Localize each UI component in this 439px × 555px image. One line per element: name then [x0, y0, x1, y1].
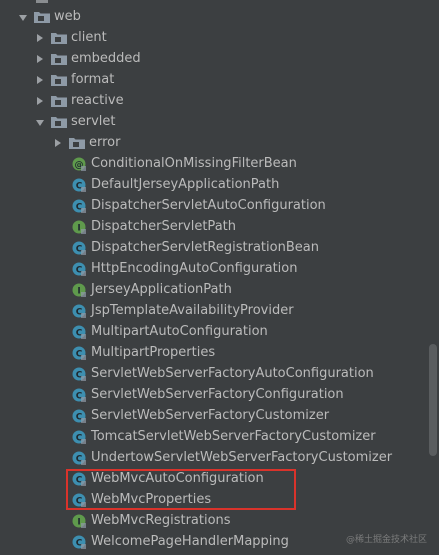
class-icon: C — [72, 535, 86, 549]
highlight-box — [66, 469, 296, 510]
class-icon: C — [72, 388, 86, 402]
tree-node-label: TomcatServletWebServerFactoryCustomizer — [91, 429, 376, 444]
svg-text:I: I — [77, 517, 80, 527]
tree-node-label: MultipartProperties — [91, 345, 216, 360]
tree-node-label: embedded — [71, 51, 141, 66]
project-tree[interactable]: web client embedded format reactive serv… — [0, 0, 439, 555]
interface-icon: I — [72, 514, 86, 528]
tree-node-class[interactable]: C HttpEncodingAutoConfiguration — [0, 258, 430, 279]
tree-node-label: WebMvcRegistrations — [91, 513, 231, 528]
tree-node-class[interactable]: C DispatcherServletRegistrationBean — [0, 237, 430, 258]
class-icon: C — [72, 241, 86, 255]
tree-node-label: HttpEncodingAutoConfiguration — [91, 261, 298, 276]
chevron-down-icon[interactable] — [33, 115, 47, 129]
tree-node-class[interactable]: I JerseyApplicationPath — [0, 279, 430, 300]
tree-node-label: DispatcherServletPath — [91, 219, 236, 234]
tree-node-class[interactable]: C DefaultJerseyApplicationPath — [0, 174, 430, 195]
class-icon: C — [72, 178, 86, 192]
package-folder-icon — [51, 95, 67, 107]
chevron-right-icon[interactable] — [33, 52, 47, 66]
tree-node-class[interactable]: @ ConditionalOnMissingFilterBean — [0, 153, 430, 174]
package-folder-icon — [51, 53, 67, 65]
class-icon: C — [72, 325, 86, 339]
tree-node-web[interactable]: web — [0, 6, 430, 27]
class-icon: C — [72, 451, 86, 465]
tree-node-label: error — [89, 135, 121, 150]
package-folder-icon — [34, 11, 50, 23]
tree-node-class[interactable]: C ServletWebServerFactoryCustomizer — [0, 405, 430, 426]
tree-node-label: servlet — [71, 114, 116, 129]
scrolled-item-remnant — [36, 0, 48, 3]
tree-node-label: UndertowServletWebServerFactoryCustomize… — [91, 450, 393, 465]
tree-node-label: DispatcherServletRegistrationBean — [91, 240, 319, 255]
tree-node-label: ServletWebServerFactoryAutoConfiguration — [91, 366, 374, 381]
class-icon: C — [72, 304, 86, 318]
interface-icon: I — [72, 283, 86, 297]
tree-node-label: ServletWebServerFactoryCustomizer — [91, 408, 330, 423]
tree-node-package[interactable]: format — [0, 69, 430, 90]
class-icon: C — [72, 367, 86, 381]
chevron-right-icon[interactable] — [33, 31, 47, 45]
interface-icon: I — [72, 220, 86, 234]
class-icon: C — [72, 199, 86, 213]
class-icon: C — [72, 430, 86, 444]
tree-node-package[interactable]: embedded — [0, 48, 430, 69]
package-folder-icon — [51, 74, 67, 86]
tree-node-label: MultipartAutoConfiguration — [91, 324, 268, 339]
tree-node-label: client — [71, 30, 107, 45]
tree-node-class[interactable]: I DispatcherServletPath — [0, 216, 430, 237]
tree-node-class[interactable]: C JspTemplateAvailabilityProvider — [0, 300, 430, 321]
chevron-right-icon[interactable] — [51, 136, 65, 150]
tree-node-class[interactable]: C TomcatServletWebServerFactoryCustomizer — [0, 426, 430, 447]
tree-node-class[interactable]: C UndertowServletWebServerFactoryCustomiz… — [0, 447, 430, 468]
chevron-right-icon[interactable] — [33, 73, 47, 87]
tree-node-class[interactable]: C ServletWebServerFactoryConfiguration — [0, 384, 430, 405]
tree-node-label: WelcomePageHandlerMapping — [91, 534, 289, 549]
chevron-down-icon[interactable] — [16, 10, 30, 24]
tree-node-label: DispatcherServletAutoConfiguration — [91, 198, 326, 213]
package-folder-icon — [51, 116, 67, 128]
chevron-right-icon[interactable] — [33, 94, 47, 108]
tree-node-package-error[interactable]: error — [0, 132, 430, 153]
tree-node-package[interactable]: reactive — [0, 90, 430, 111]
package-folder-icon — [51, 32, 67, 44]
tree-node-label: web — [54, 9, 81, 24]
tree-node-class[interactable]: C ServletWebServerFactoryAutoConfiguratio… — [0, 363, 430, 384]
class-icon: C — [72, 262, 86, 276]
watermark: @稀土掘金技术社区 — [346, 535, 428, 545]
tree-node-package-servlet[interactable]: servlet — [0, 111, 430, 132]
tree-node-label: ConditionalOnMissingFilterBean — [91, 156, 297, 171]
tree-node-label: reactive — [71, 93, 124, 108]
tree-node-class[interactable]: C MultipartProperties — [0, 342, 430, 363]
tree-node-label: JerseyApplicationPath — [91, 282, 232, 297]
package-folder-icon — [69, 137, 85, 149]
vertical-scrollbar[interactable] — [429, 344, 437, 456]
tree-node-label: format — [71, 72, 115, 87]
tree-node-package[interactable]: client — [0, 27, 430, 48]
tree-node-class[interactable]: I WebMvcRegistrations — [0, 510, 430, 531]
tree-node-label: ServletWebServerFactoryConfiguration — [91, 387, 344, 402]
svg-text:I: I — [77, 223, 80, 233]
annotation-icon: @ — [72, 157, 86, 171]
tree-node-label: DefaultJerseyApplicationPath — [91, 177, 280, 192]
tree-node-class[interactable]: C MultipartAutoConfiguration — [0, 321, 430, 342]
svg-text:I: I — [77, 286, 80, 296]
tree-node-class[interactable]: C DispatcherServletAutoConfiguration — [0, 195, 430, 216]
class-icon: C — [72, 409, 86, 423]
tree-node-label: JspTemplateAvailabilityProvider — [91, 303, 294, 318]
class-icon: C — [72, 346, 86, 360]
